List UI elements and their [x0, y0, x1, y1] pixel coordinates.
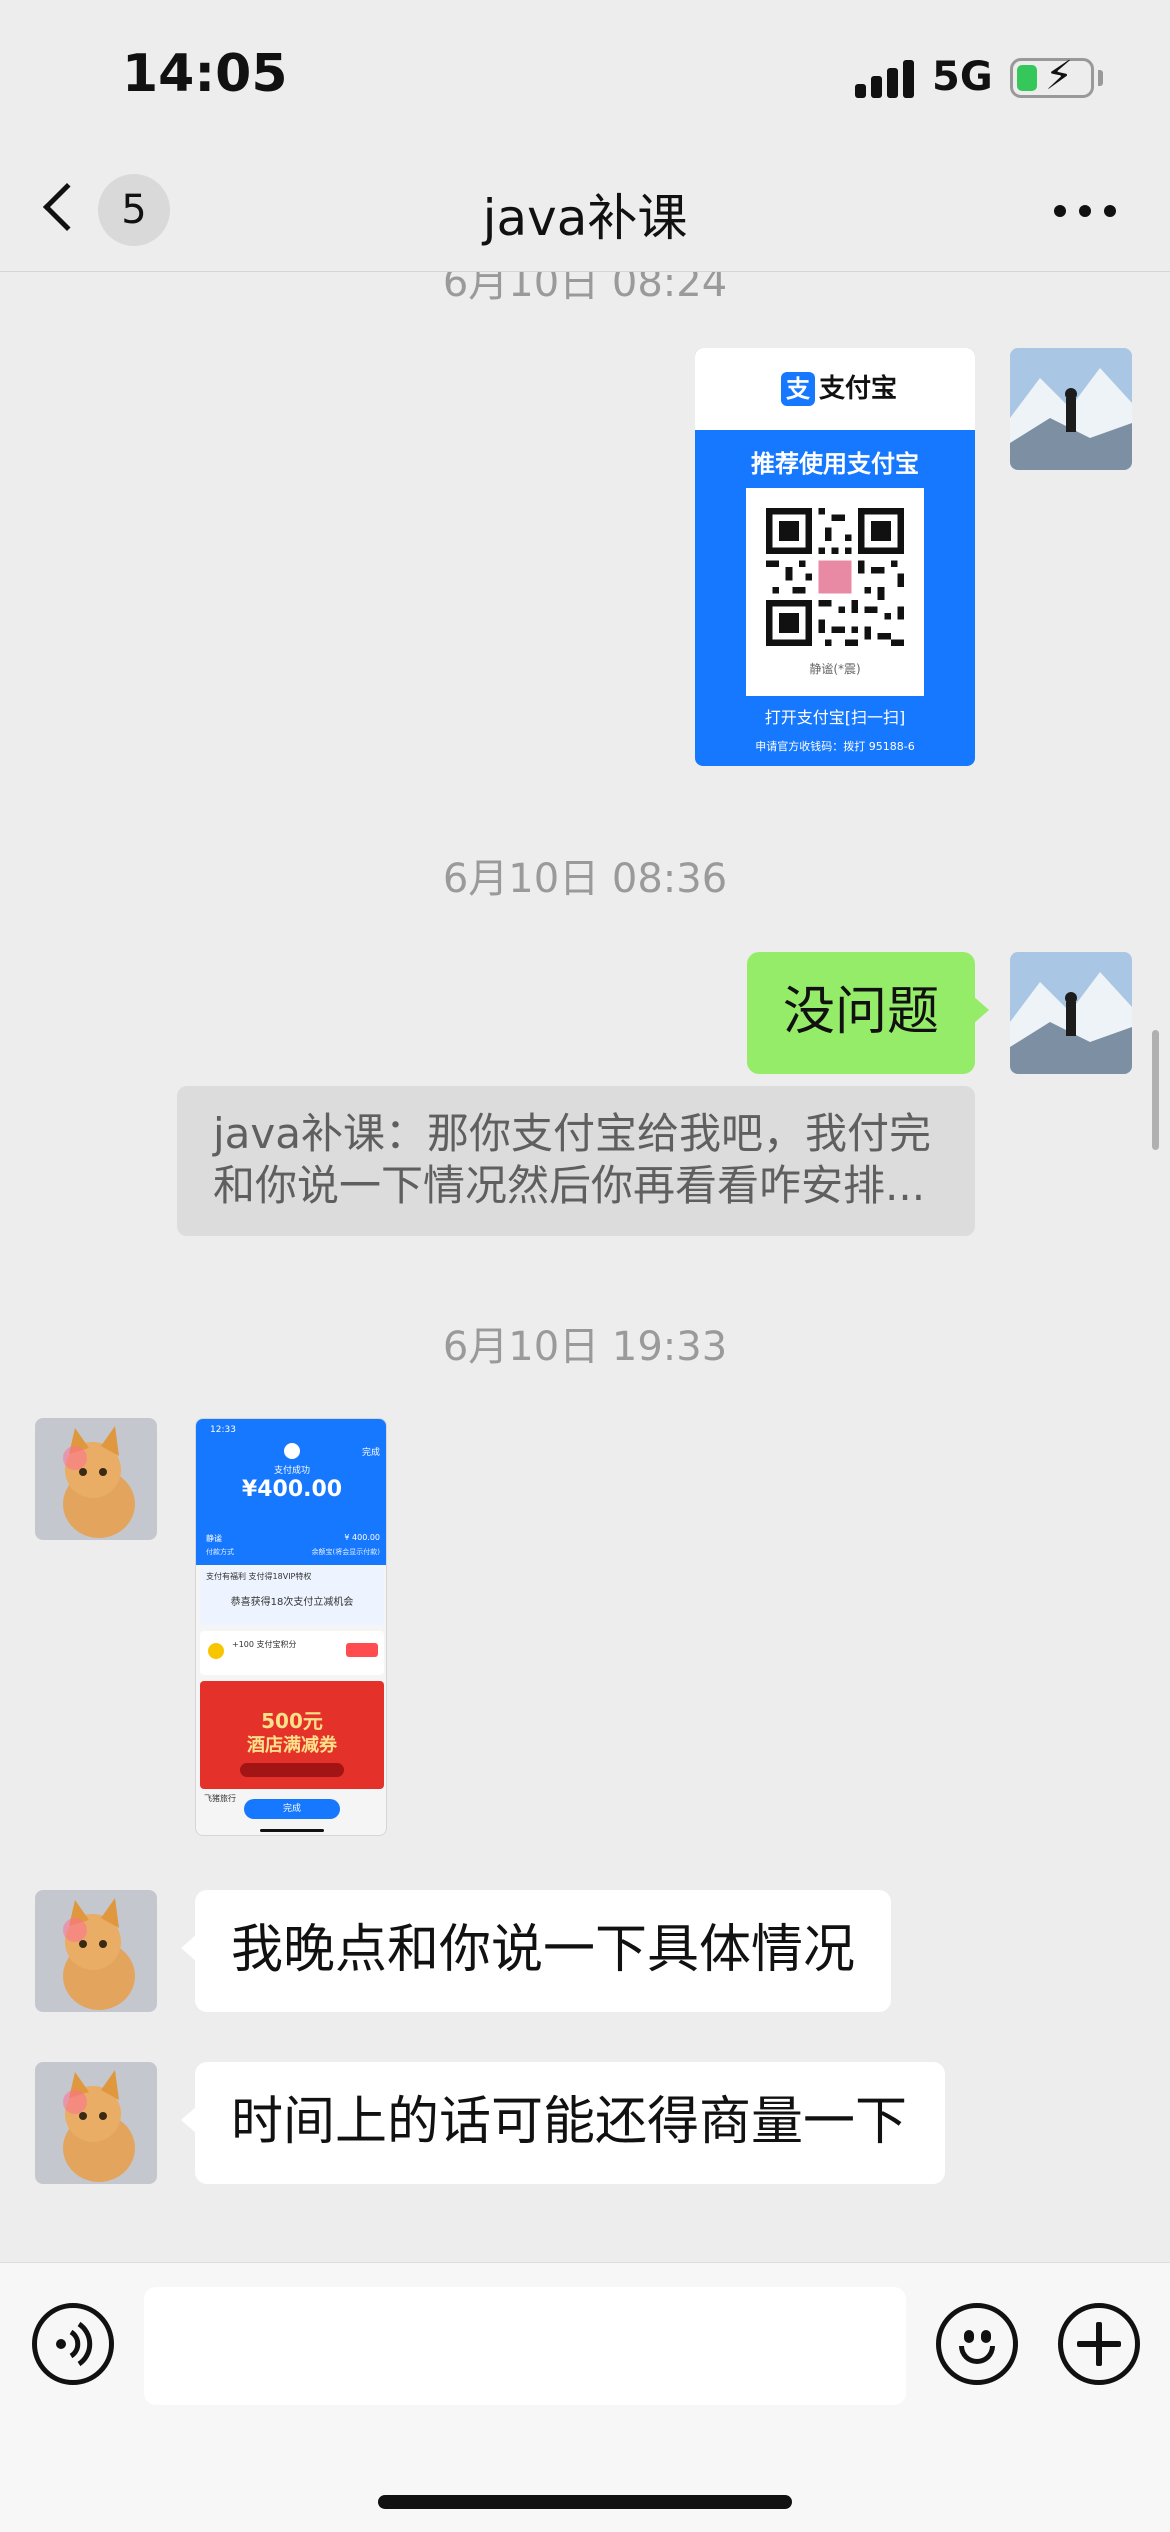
alipay-brand: 支付宝 — [819, 374, 898, 404]
receipt-benefit-main: 恭喜获得18次支付立减机会 — [230, 1597, 354, 1608]
qr-code-box: 静谧(*震) — [746, 488, 924, 696]
my-avatar[interactable] — [1010, 952, 1132, 1074]
alipay-logo-icon: 支 — [781, 372, 815, 406]
plus-icon[interactable] — [1058, 2303, 1140, 2385]
quote-line: 和你说一下情况然后你再看看咋安排... — [213, 1161, 926, 1210]
coin-icon — [208, 1643, 224, 1659]
message-bubble-incoming[interactable]: 我晚点和你说一下具体情况 — [181, 1890, 891, 2012]
input-toolbar — [0, 2262, 1170, 2532]
payment-receipt-image-message[interactable]: 12:33 完成 支付成功 ¥400.00 静谧 ¥ 400.00 付款方式 余… — [195, 1418, 387, 1836]
sound-waves-icon — [56, 2321, 93, 2367]
quote-line: java补课：那你支付宝给我吧，我付完 — [213, 1109, 931, 1158]
mountain-avatar-icon — [1010, 952, 1132, 1074]
receipt-done-button: 完成 — [244, 1799, 340, 1819]
mountain-avatar-icon — [1010, 348, 1132, 470]
chat-title: java补课 — [482, 189, 688, 247]
contact-avatar[interactable] — [35, 1890, 157, 2012]
receipt-amount: ¥400.00 — [241, 1477, 343, 1502]
check-icon — [284, 1443, 300, 1459]
receipt-status: 支付成功 — [273, 1466, 310, 1476]
kitten-avatar-icon — [35, 1418, 157, 1540]
receipt-amount-small: ¥ 400.00 — [344, 1533, 380, 1542]
qr-owner-name: 静谧(*震) — [809, 662, 861, 676]
receipt-payee: 静谧 — [206, 1534, 222, 1543]
timestamp: 6月10日 08:24 — [442, 272, 728, 306]
receipt-home-indicator — [260, 1829, 324, 1832]
chat-header: 5 java补课 — [0, 150, 1170, 272]
receipt-method-value: 余额宝(将会显示付款) — [311, 1548, 380, 1556]
receipt-method-label: 付款方式 — [206, 1548, 234, 1556]
timestamp: 6月10日 19:33 — [442, 1324, 728, 1370]
qr-heading: 推荐使用支付宝 — [751, 450, 919, 478]
network-type: 5G — [932, 54, 993, 100]
message-bubble-incoming[interactable]: 时间上的话可能还得商量一下 — [181, 2062, 945, 2184]
receipt-points: +100 支付宝积分 — [232, 1640, 297, 1649]
voice-input-icon[interactable] — [32, 2303, 114, 2385]
quoted-message[interactable]: java补课：那你支付宝给我吧，我付完 和你说一下情况然后你再看看咋安排... — [177, 1086, 975, 1236]
contact-avatar[interactable] — [35, 2062, 157, 2184]
emoji-icon[interactable] — [936, 2303, 1018, 2385]
kitten-avatar-icon — [35, 1890, 157, 2012]
receipt-hotel-coupon: 酒店满减券 — [247, 1735, 337, 1756]
message-input[interactable] — [144, 2287, 906, 2405]
qr-hotline-text: 申请官方收钱码：拨打 95188-6 — [755, 740, 915, 753]
chat-message-list[interactable]: 6月10日 08:24 支 支付宝 推荐使用支付宝 静谧(*震) 打开支付宝[扫… — [0, 272, 1170, 2262]
my-avatar[interactable] — [1010, 348, 1132, 470]
status-time: 14:05 — [122, 44, 288, 104]
qr-open-text: 打开支付宝[扫一扫] — [764, 708, 906, 727]
battery-cap — [1098, 70, 1103, 86]
battery-icon: ⚡ — [1010, 56, 1094, 98]
contact-avatar[interactable] — [35, 1418, 157, 1540]
scroll-indicator[interactable] — [1152, 1030, 1159, 1150]
message-bubble-outgoing[interactable]: 没问题 — [747, 952, 989, 1074]
receipt-done-top: 完成 — [361, 1448, 380, 1458]
receipt-points-button — [346, 1643, 378, 1657]
more-options-icon[interactable] — [1050, 194, 1120, 224]
kitten-avatar-icon — [35, 2062, 157, 2184]
receipt-time: 12:33 — [210, 1425, 236, 1435]
qr-code-icon — [766, 508, 904, 646]
receipt-hotel-note — [240, 1763, 344, 1777]
receipt-hotel-amount: 500元 — [261, 1709, 323, 1733]
signal-icon — [855, 58, 915, 98]
status-bar: 14:05 5G ⚡ — [0, 0, 1170, 150]
receipt-benefit-title: 支付有福利 支付得18VIP特权 — [206, 1572, 312, 1581]
receipt-fliggy: 飞猪旅行 — [204, 1794, 236, 1803]
alipay-qr-image-message[interactable]: 支 支付宝 推荐使用支付宝 静谧(*震) 打开支付宝[扫一扫] 申请官方收钱码：… — [695, 348, 975, 766]
timestamp: 6月10日 08:36 — [442, 856, 728, 902]
home-indicator — [378, 2495, 792, 2509]
